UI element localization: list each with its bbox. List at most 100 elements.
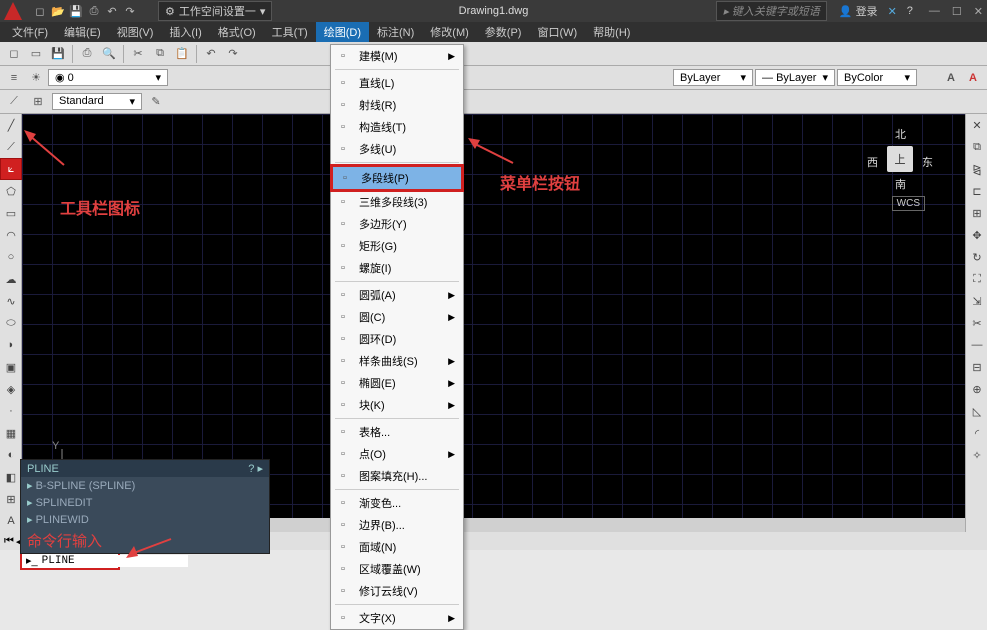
- menu-item[interactable]: 修改(M): [422, 22, 477, 42]
- mirror-icon[interactable]: ⧎: [966, 158, 987, 180]
- menu-option[interactable]: ▫点(O)▶: [331, 443, 463, 465]
- menu-item[interactable]: 窗口(W): [529, 22, 585, 42]
- polyline-icon[interactable]: ⟀: [0, 158, 22, 180]
- erase-icon[interactable]: ✕: [966, 114, 987, 136]
- maximize-button[interactable]: ☐: [952, 5, 962, 18]
- cut-icon[interactable]: ✂: [128, 44, 148, 64]
- paste-icon[interactable]: 📋: [172, 44, 192, 64]
- text-style-a-icon[interactable]: A: [941, 68, 961, 88]
- wcs-label[interactable]: WCS: [892, 196, 925, 211]
- menu-item[interactable]: 视图(V): [109, 22, 162, 42]
- command-suggestion[interactable]: ▸ B-SPLINE (SPLINE): [21, 477, 269, 494]
- undo-icon[interactable]: ↶: [201, 44, 221, 64]
- open-icon[interactable]: ▭: [26, 44, 46, 64]
- app-logo[interactable]: [4, 2, 22, 20]
- polygon-icon[interactable]: ⬠: [0, 180, 22, 202]
- text-style-selector[interactable]: Standard▾: [52, 93, 142, 110]
- exchange-icon[interactable]: ✕: [888, 5, 897, 18]
- mtext-icon[interactable]: A: [0, 510, 22, 532]
- help-icon[interactable]: ?: [907, 5, 913, 17]
- menu-option[interactable]: ▫圆弧(A)▶: [331, 284, 463, 306]
- stretch-icon[interactable]: ⇲: [966, 290, 987, 312]
- insert-block-icon[interactable]: ▣: [0, 356, 22, 378]
- linetype-selector[interactable]: — ByLayer▾: [755, 69, 835, 86]
- arc-icon[interactable]: ◠: [0, 224, 22, 246]
- save-icon[interactable]: 💾: [48, 44, 68, 64]
- command-suggestion[interactable]: ▸ SPLINEDIT: [21, 494, 269, 511]
- redo-icon[interactable]: ↷: [223, 44, 243, 64]
- xline-icon[interactable]: ⟋: [0, 136, 22, 158]
- extend-icon[interactable]: —: [966, 334, 987, 356]
- open-icon[interactable]: 📂: [50, 3, 66, 19]
- search-input[interactable]: ▸ 键入关键字或短语: [716, 1, 827, 21]
- line-icon[interactable]: ╱: [0, 114, 22, 136]
- menu-item[interactable]: 工具(T): [264, 22, 316, 42]
- menu-option[interactable]: ▫矩形(G): [331, 235, 463, 257]
- tab-nav-first-icon[interactable]: ⏮: [4, 535, 14, 548]
- print-icon[interactable]: ⎙: [86, 3, 102, 19]
- menu-option[interactable]: ▫块(K)▶: [331, 394, 463, 416]
- menu-option[interactable]: ▫边界(B)...: [331, 514, 463, 536]
- menu-option[interactable]: ▫构造线(T): [331, 116, 463, 138]
- menu-option[interactable]: ▫三维多段线(3): [331, 191, 463, 213]
- redo-icon[interactable]: ↷: [122, 3, 138, 19]
- menu-option[interactable]: ▫修订云线(V): [331, 580, 463, 602]
- minimize-button[interactable]: —: [929, 5, 940, 18]
- viewcube[interactable]: 北 南 东 西 上: [865, 124, 935, 194]
- menu-option[interactable]: ▫多段线(P): [331, 165, 463, 191]
- ellipse-arc-icon[interactable]: ◗: [0, 334, 22, 356]
- menu-option[interactable]: ▫多线(U): [331, 138, 463, 160]
- menu-option[interactable]: ▫直线(L): [331, 72, 463, 94]
- print-icon[interactable]: ⎙: [77, 44, 97, 64]
- menu-option[interactable]: ▫表格...: [331, 421, 463, 443]
- rectangle-icon[interactable]: ▭: [0, 202, 22, 224]
- break-icon[interactable]: ⊟: [966, 356, 987, 378]
- menu-item[interactable]: 插入(I): [161, 22, 209, 42]
- join-icon[interactable]: ⊕: [966, 378, 987, 400]
- layer-props-icon[interactable]: ≡: [4, 68, 24, 88]
- chamfer-icon[interactable]: ◺: [966, 400, 987, 422]
- login-button[interactable]: 👤 登录: [839, 3, 878, 19]
- scale-icon[interactable]: ⛶: [966, 268, 987, 290]
- copy-icon[interactable]: ⧉: [150, 44, 170, 64]
- trim-icon[interactable]: ✂: [966, 312, 987, 334]
- text-style-a2-icon[interactable]: A: [963, 68, 983, 88]
- menu-option[interactable]: ▫椭圆(E)▶: [331, 372, 463, 394]
- viewcube-west[interactable]: 西: [867, 154, 878, 170]
- new-icon[interactable]: ◻: [4, 44, 24, 64]
- rotate-icon[interactable]: ↻: [966, 246, 987, 268]
- menu-item[interactable]: 帮助(H): [585, 22, 638, 42]
- color-selector[interactable]: ByLayer▾: [673, 69, 753, 86]
- table-style-icon[interactable]: ⊞: [28, 92, 48, 112]
- save-icon[interactable]: 💾: [68, 3, 84, 19]
- menu-option[interactable]: ▫文字(X)▶: [331, 607, 463, 629]
- undo-icon[interactable]: ↶: [104, 3, 120, 19]
- workspace-selector[interactable]: ⚙ 工作空间设置一 ▾: [158, 1, 272, 21]
- region-icon[interactable]: ◧: [0, 466, 22, 488]
- revcloud-icon[interactable]: ☁: [0, 268, 22, 290]
- menu-option[interactable]: ▫面域(N): [331, 536, 463, 558]
- spline-icon[interactable]: ∿: [0, 290, 22, 312]
- fillet-icon[interactable]: ◜: [966, 422, 987, 444]
- layer-states-icon[interactable]: ☀: [26, 68, 46, 88]
- menu-item[interactable]: 文件(F): [4, 22, 56, 42]
- make-block-icon[interactable]: ◈: [0, 378, 22, 400]
- menu-option[interactable]: ▫多边形(Y): [331, 213, 463, 235]
- array-icon[interactable]: ⊞: [966, 202, 987, 224]
- new-icon[interactable]: ◻: [32, 3, 48, 19]
- menu-item[interactable]: 参数(P): [477, 22, 530, 42]
- command-suggestion[interactable]: ▸ PLINEWID: [21, 511, 269, 528]
- move-icon[interactable]: ✥: [966, 224, 987, 246]
- menu-option[interactable]: ▫射线(R): [331, 94, 463, 116]
- preview-icon[interactable]: 🔍: [99, 44, 119, 64]
- menu-option[interactable]: ▫图案填充(H)...: [331, 465, 463, 487]
- menu-option[interactable]: ▫建模(M)▶: [331, 45, 463, 67]
- menu-item[interactable]: 编辑(E): [56, 22, 109, 42]
- viewcube-north[interactable]: 北: [895, 126, 906, 142]
- menu-option[interactable]: ▫圆(C)▶: [331, 306, 463, 328]
- menu-option[interactable]: ▫区域覆盖(W): [331, 558, 463, 580]
- hatch-icon[interactable]: ▦: [0, 422, 22, 444]
- dim-style-icon[interactable]: ⟋: [4, 92, 24, 112]
- viewcube-south[interactable]: 南: [895, 176, 906, 192]
- menu-item[interactable]: 绘图(D): [316, 22, 369, 42]
